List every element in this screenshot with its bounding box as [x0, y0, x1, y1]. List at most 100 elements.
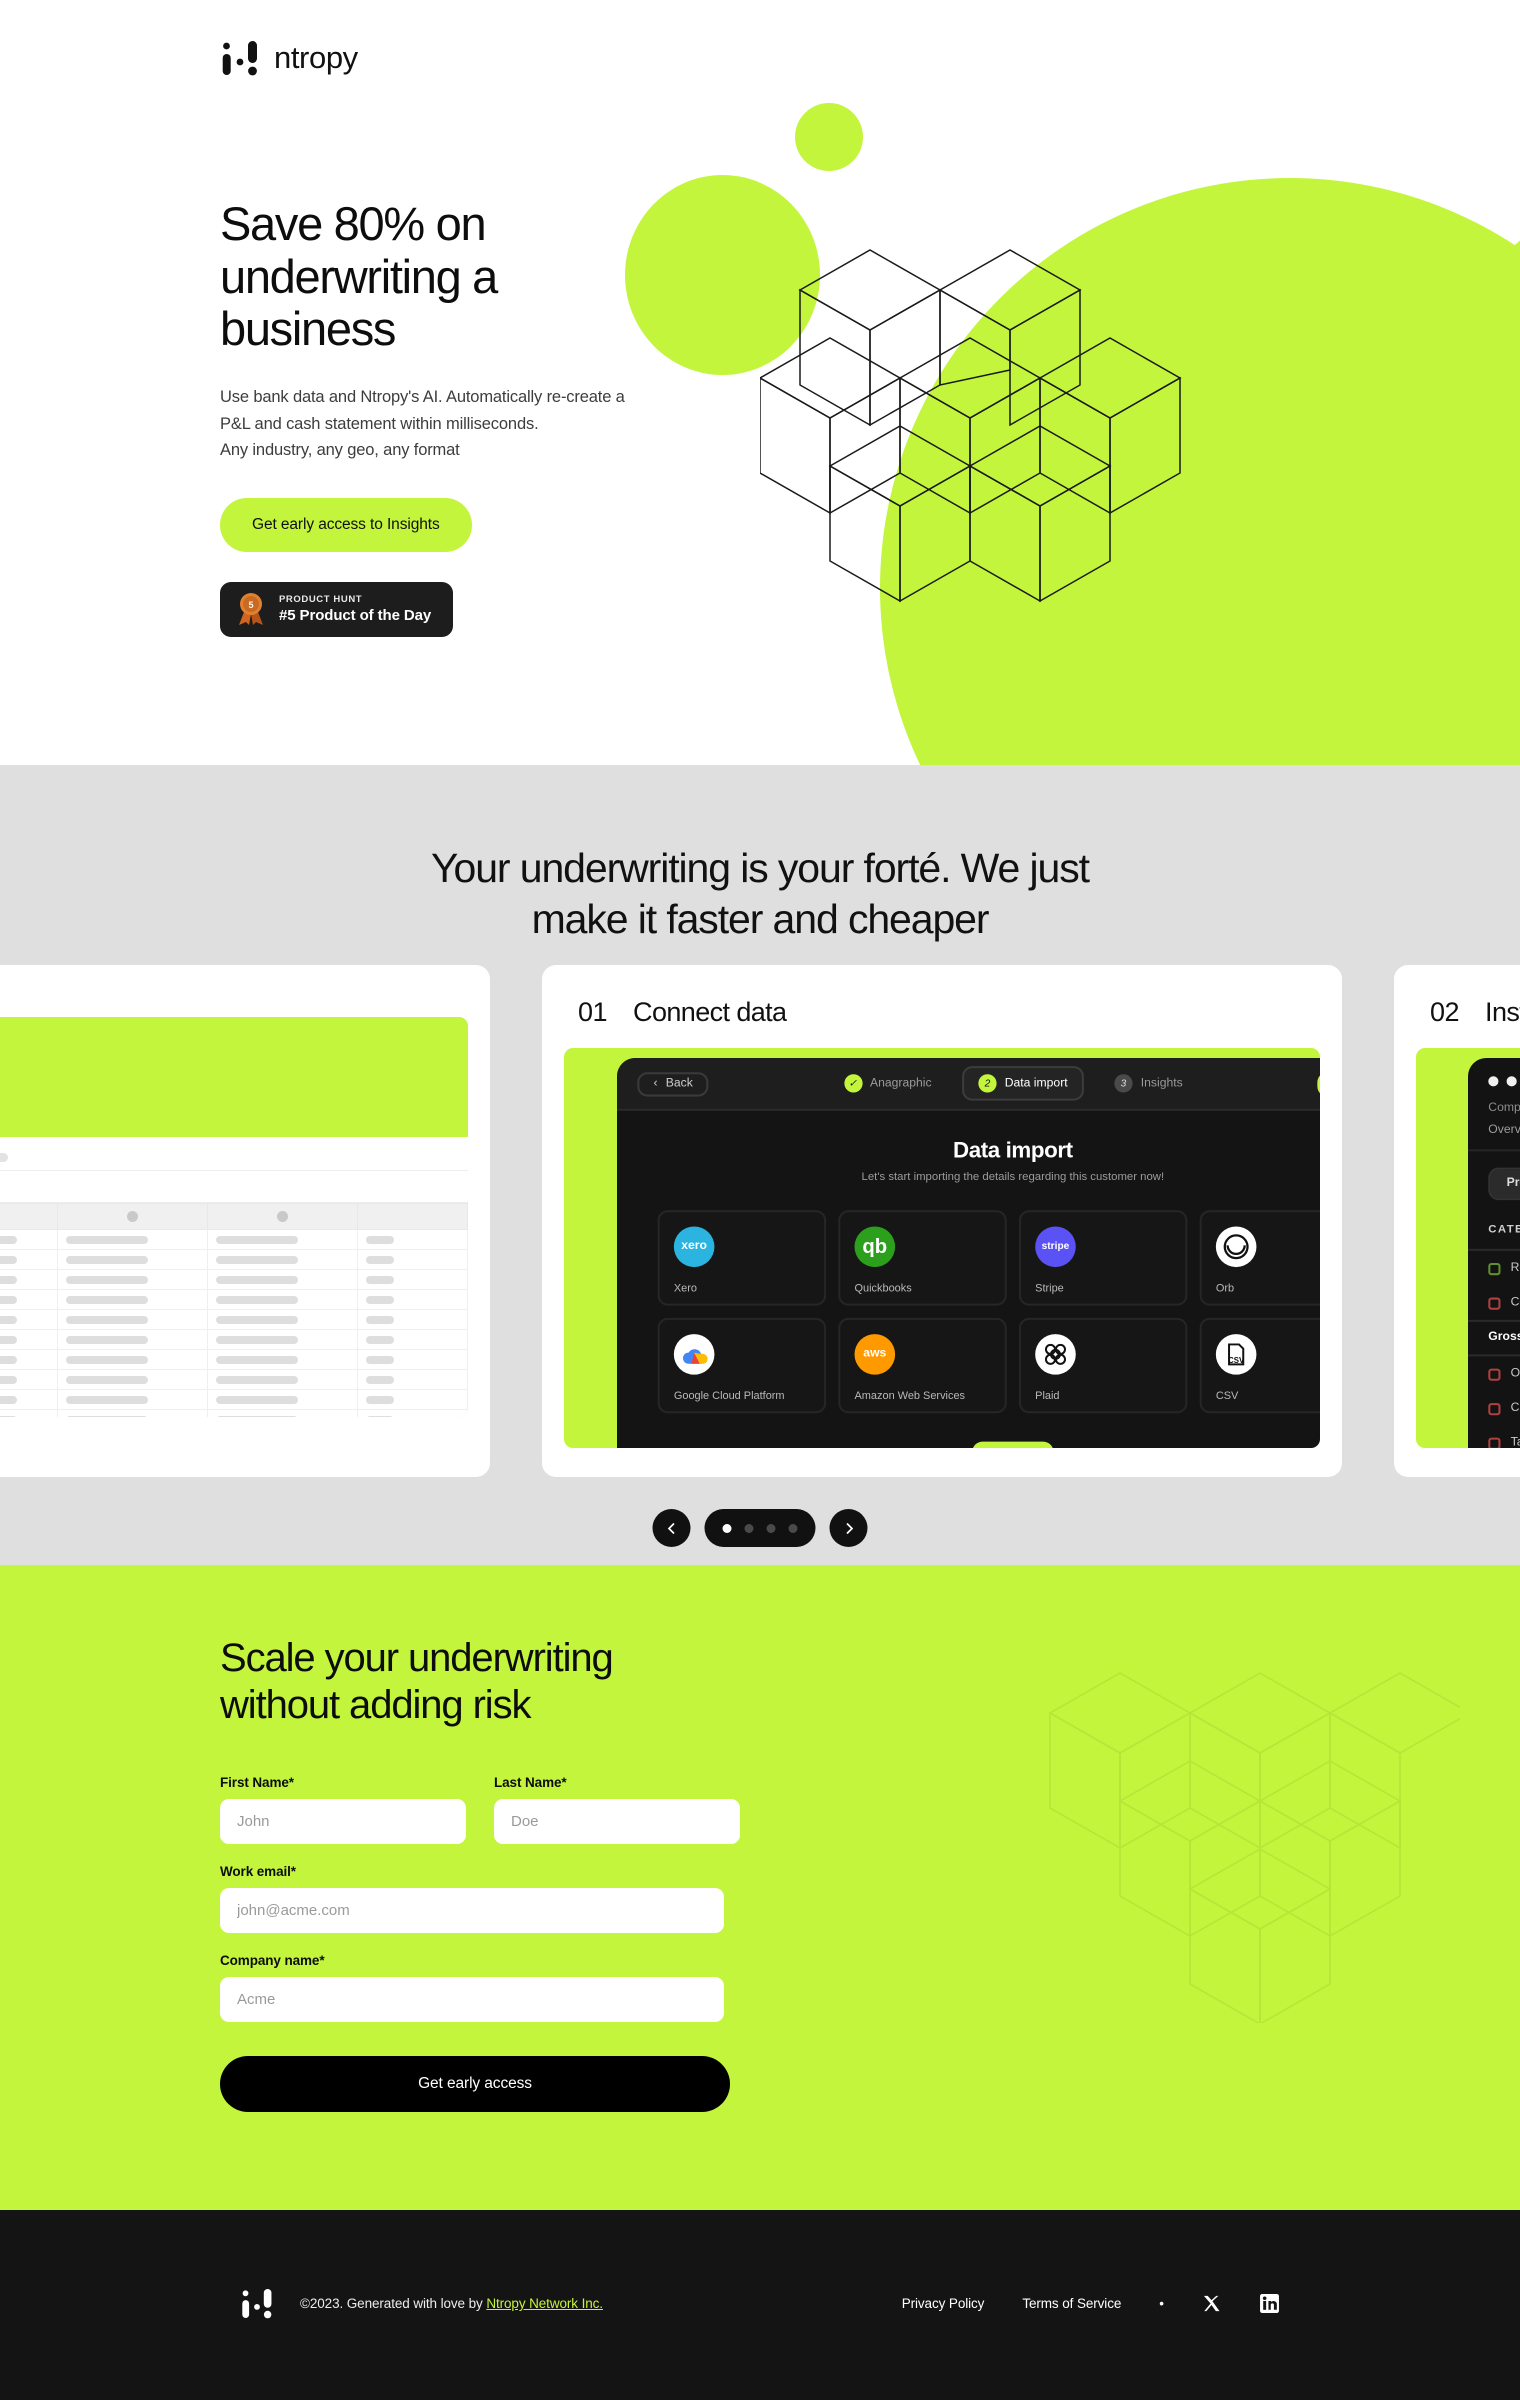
- statements-app-preview: Companies / Demo Account Overview Risks …: [1468, 1058, 1520, 1448]
- integration-tile-google-cloud[interactable]: Google Cloud Platform: [657, 1317, 827, 1414]
- statement-row[interactable]: Cost of goods sold ⌄ -1: [1468, 1285, 1520, 1320]
- table-cell: [57, 1389, 208, 1410]
- work-email-label: Work email*: [220, 1863, 296, 1879]
- quickbooks-icon: qb: [854, 1226, 896, 1268]
- carousel-prev-button[interactable]: [652, 1509, 691, 1547]
- table-cell: [357, 1269, 468, 1290]
- statement-row[interactable]: Taxes ⌄: [1468, 1425, 1520, 1448]
- tab-overview[interactable]: Overview: [1488, 1125, 1520, 1149]
- integration-tile-xero[interactable]: xero Xero: [657, 1210, 827, 1306]
- breadcrumb-root[interactable]: Companies: [1488, 1103, 1520, 1115]
- app-footer: Next ›: [658, 1434, 1320, 1448]
- table-cell: [357, 1389, 468, 1410]
- hero-subtitle-line-3: Any industry, any geo, any format: [220, 441, 460, 460]
- statements-tabs: Overview Risks Statements Data s: [1468, 1125, 1520, 1152]
- integration-tile-orb[interactable]: Orb: [1199, 1210, 1320, 1306]
- category-marker-icon: [1488, 1367, 1501, 1380]
- carousel-dot-4[interactable]: [788, 1523, 798, 1533]
- aws-icon: aws: [854, 1334, 896, 1375]
- table-cell: [57, 1289, 208, 1310]
- table-cell: [357, 1409, 468, 1417]
- linkedin-link[interactable]: [1259, 2293, 1280, 2314]
- table-cell: [57, 1269, 208, 1290]
- skeleton-cell: [216, 1255, 299, 1264]
- skeleton-cell: [0, 1235, 17, 1244]
- skeleton-cell: [66, 1355, 149, 1364]
- table-cell: [357, 1369, 468, 1390]
- last-name-input[interactable]: [494, 1798, 740, 1844]
- footer-separator: •: [1159, 2296, 1164, 2311]
- skeleton-cell: [216, 1335, 299, 1344]
- logo-wordmark: ntropy: [274, 40, 358, 75]
- step-insights[interactable]: 3 Insights: [1100, 1068, 1197, 1098]
- first-name-input[interactable]: [220, 1798, 466, 1844]
- table-row: [0, 1369, 468, 1390]
- get-early-access-submit-button[interactable]: Get early access: [220, 2055, 730, 2112]
- privacy-policy-link[interactable]: Privacy Policy: [902, 2296, 985, 2311]
- skeleton-cell: [366, 1415, 394, 1417]
- skeleton-cell: [366, 1315, 394, 1324]
- chevron-right-icon: [845, 1522, 853, 1534]
- carousel-dot-3[interactable]: [766, 1523, 776, 1533]
- table-row: [0, 1269, 468, 1290]
- statement-controls: Profit and Loss Cash Flow: [1468, 1151, 1520, 1216]
- integration-tile-aws[interactable]: aws Amazon Web Services: [838, 1317, 1007, 1414]
- table-cell: [357, 1329, 468, 1350]
- skeleton-th: [207, 1203, 358, 1230]
- get-early-access-insights-button[interactable]: Get early access to Insights: [220, 498, 472, 553]
- skeleton-cell: [66, 1235, 149, 1244]
- carousel-card-skeleton[interactable]: [0, 965, 490, 1477]
- step-data-import[interactable]: 2 Data import: [962, 1066, 1084, 1101]
- step-anagraphic[interactable]: ✓ Anagraphic: [829, 1068, 945, 1098]
- table-cell: [57, 1329, 208, 1350]
- table-cell: [207, 1229, 358, 1250]
- table-cell: [357, 1349, 468, 1370]
- integration-label: Amazon Web Services: [854, 1390, 966, 1404]
- chevron-left-icon: [667, 1522, 675, 1534]
- first-name-label: First Name*: [220, 1774, 294, 1790]
- statement-type-toggle[interactable]: Profit and Loss Cash Flow: [1488, 1167, 1520, 1201]
- integration-tile-plaid[interactable]: Plaid: [1018, 1317, 1188, 1414]
- card-title: Connect data: [633, 997, 787, 1027]
- form-heading: Scale your underwriting without adding r…: [220, 1635, 740, 1729]
- site-logo[interactable]: ntropy: [220, 40, 358, 76]
- work-email-input[interactable]: [220, 1887, 724, 1933]
- form-heading-line-1: Scale your underwriting: [220, 1636, 614, 1680]
- x-twitter-link[interactable]: [1202, 2294, 1221, 2313]
- statement-row[interactable]: Revenue ⌄ 5: [1468, 1251, 1520, 1286]
- product-hunt-badge[interactable]: 5 PRODUCT HUNT #5 Product of the Day: [220, 582, 454, 638]
- skeleton-cell: [0, 1255, 17, 1264]
- wizard-steps: ✓ Anagraphic 2 Data import 3 Insights: [829, 1066, 1197, 1101]
- skeleton-table-header-row: [0, 1203, 468, 1230]
- skeleton-th: [57, 1203, 208, 1230]
- carousel-dots: [704, 1509, 816, 1547]
- carousel-dot-2[interactable]: [744, 1523, 754, 1533]
- integration-tile-quickbooks[interactable]: qb Quickbooks: [838, 1210, 1007, 1306]
- company-name-input[interactable]: [220, 1976, 724, 2022]
- page-title: Save 80% on underwriting a business: [220, 197, 498, 356]
- carousel-card-instantly-recreate[interactable]: 02 Instantly recreate Companies: [1394, 965, 1520, 1477]
- integration-tile-stripe[interactable]: stripe Stripe: [1018, 1210, 1188, 1306]
- next-button-footer[interactable]: Next ›: [971, 1441, 1054, 1448]
- table-row: [0, 1249, 468, 1270]
- skeleton-cell: [216, 1375, 299, 1384]
- integration-tile-csv[interactable]: CSV CSV: [1199, 1317, 1320, 1414]
- terms-of-service-link[interactable]: Terms of Service: [1022, 2296, 1121, 2311]
- table-cell: [57, 1409, 208, 1417]
- skeleton-cell: [366, 1295, 394, 1304]
- statement-row[interactable]: Operating Expenses ⌄ -4: [1468, 1356, 1520, 1391]
- back-button[interactable]: ‹ Back: [637, 1071, 710, 1096]
- work-email-group: Work email*: [220, 1864, 724, 1933]
- category-marker-icon: [1488, 1262, 1501, 1275]
- statement-row[interactable]: Customer Acquisition Cost ⌄: [1468, 1391, 1520, 1426]
- card-header: 01 Connect data: [564, 987, 1320, 1048]
- carousel-dot-1[interactable]: [722, 1523, 732, 1533]
- company-link[interactable]: Ntropy Network Inc.: [486, 2296, 603, 2311]
- segment-profit-and-loss[interactable]: Profit and Loss: [1490, 1169, 1520, 1199]
- next-button[interactable]: Next ›: [1317, 1071, 1320, 1096]
- card-title: Instantly recreate: [1485, 997, 1520, 1027]
- skeleton-cell: [66, 1295, 149, 1304]
- carousel-card-connect-data[interactable]: 01 Connect data ‹ Back ✓ Anagraphic 2 Da…: [542, 965, 1342, 1477]
- carousel-track[interactable]: 01 Connect data ‹ Back ✓ Anagraphic 2 Da…: [0, 965, 1520, 1477]
- carousel-next-button[interactable]: [829, 1509, 868, 1547]
